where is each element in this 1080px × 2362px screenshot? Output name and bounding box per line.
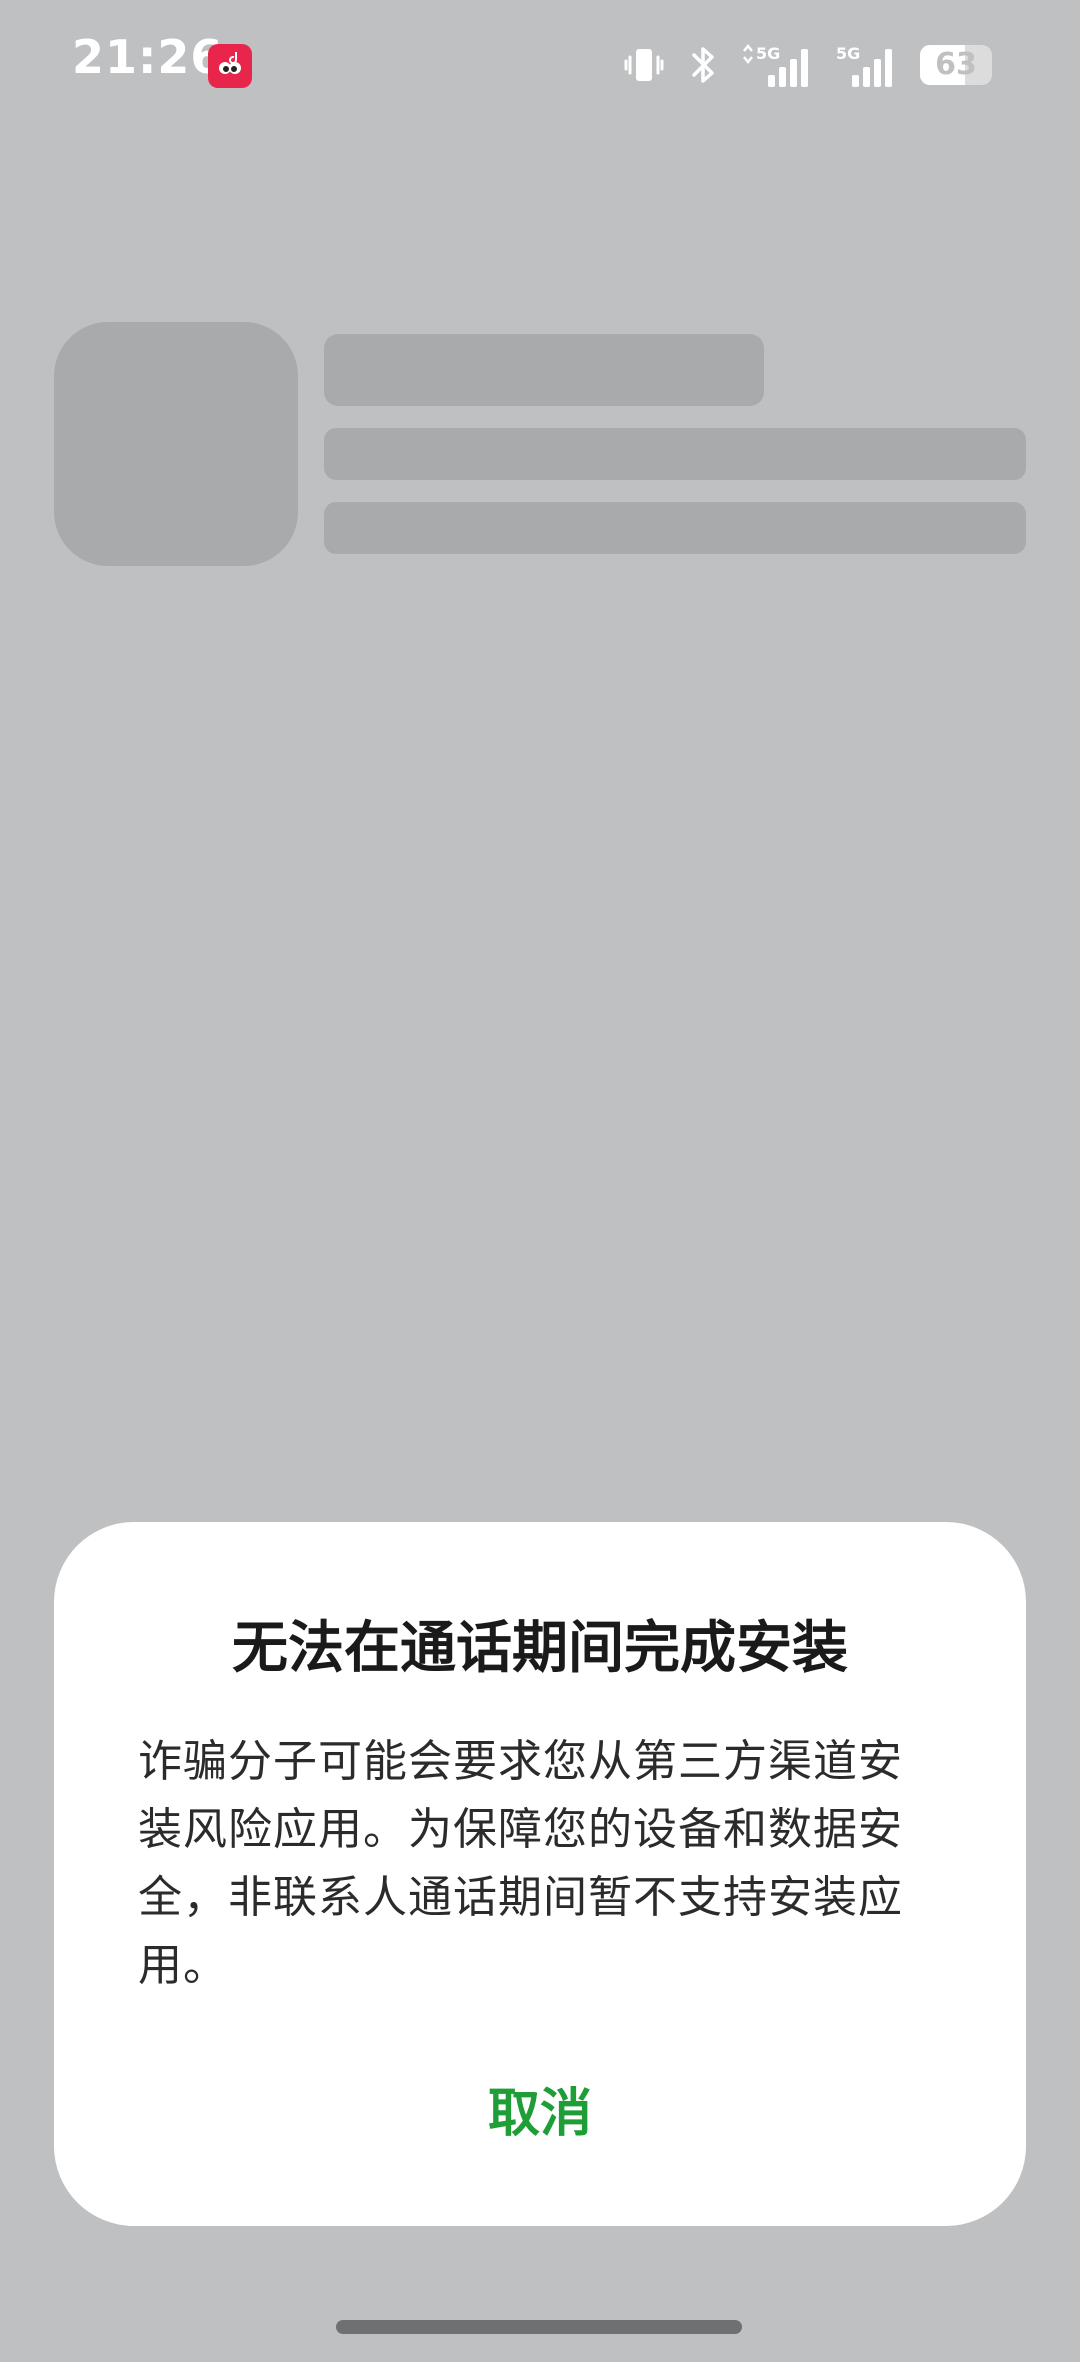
red-cartoon-app-icon xyxy=(208,44,252,88)
signal-5g-icon: 5G xyxy=(836,41,898,89)
bluetooth-icon xyxy=(688,43,718,87)
vibrate-icon xyxy=(622,43,666,87)
status-bar: 21:26 5G 5G 63 xyxy=(0,0,1080,130)
cancel-button[interactable]: 取消 xyxy=(54,2060,1026,2156)
install-blocked-dialog: 无法在通话期间完成安装 诈骗分子可能会要求您从第三方渠道安装风险应用。为保障您的… xyxy=(54,1522,1026,2226)
network-2-label: 5G xyxy=(836,44,860,63)
battery-level: 63 xyxy=(935,47,977,82)
status-icons: 5G 5G 63 xyxy=(622,40,992,90)
skeleton-title-line xyxy=(324,334,764,406)
skeleton-text-line xyxy=(324,502,1026,554)
battery-icon: 63 xyxy=(920,45,992,85)
network-1-label: 5G xyxy=(756,44,780,63)
skeleton-app-icon xyxy=(54,322,298,566)
battery: 63 xyxy=(920,45,992,85)
dialog-title: 无法在通话期间完成安装 xyxy=(232,1616,848,1681)
status-time: 21:26 xyxy=(72,30,224,84)
skeleton-text-line xyxy=(324,428,1026,480)
home-indicator[interactable] xyxy=(336,2320,742,2334)
dialog-message: 诈骗分子可能会要求您从第三方渠道安装风险应用。为保障您的设备和数据安全，非联系人… xyxy=(138,1736,903,1991)
signal-5g-icon: 5G xyxy=(740,41,814,89)
